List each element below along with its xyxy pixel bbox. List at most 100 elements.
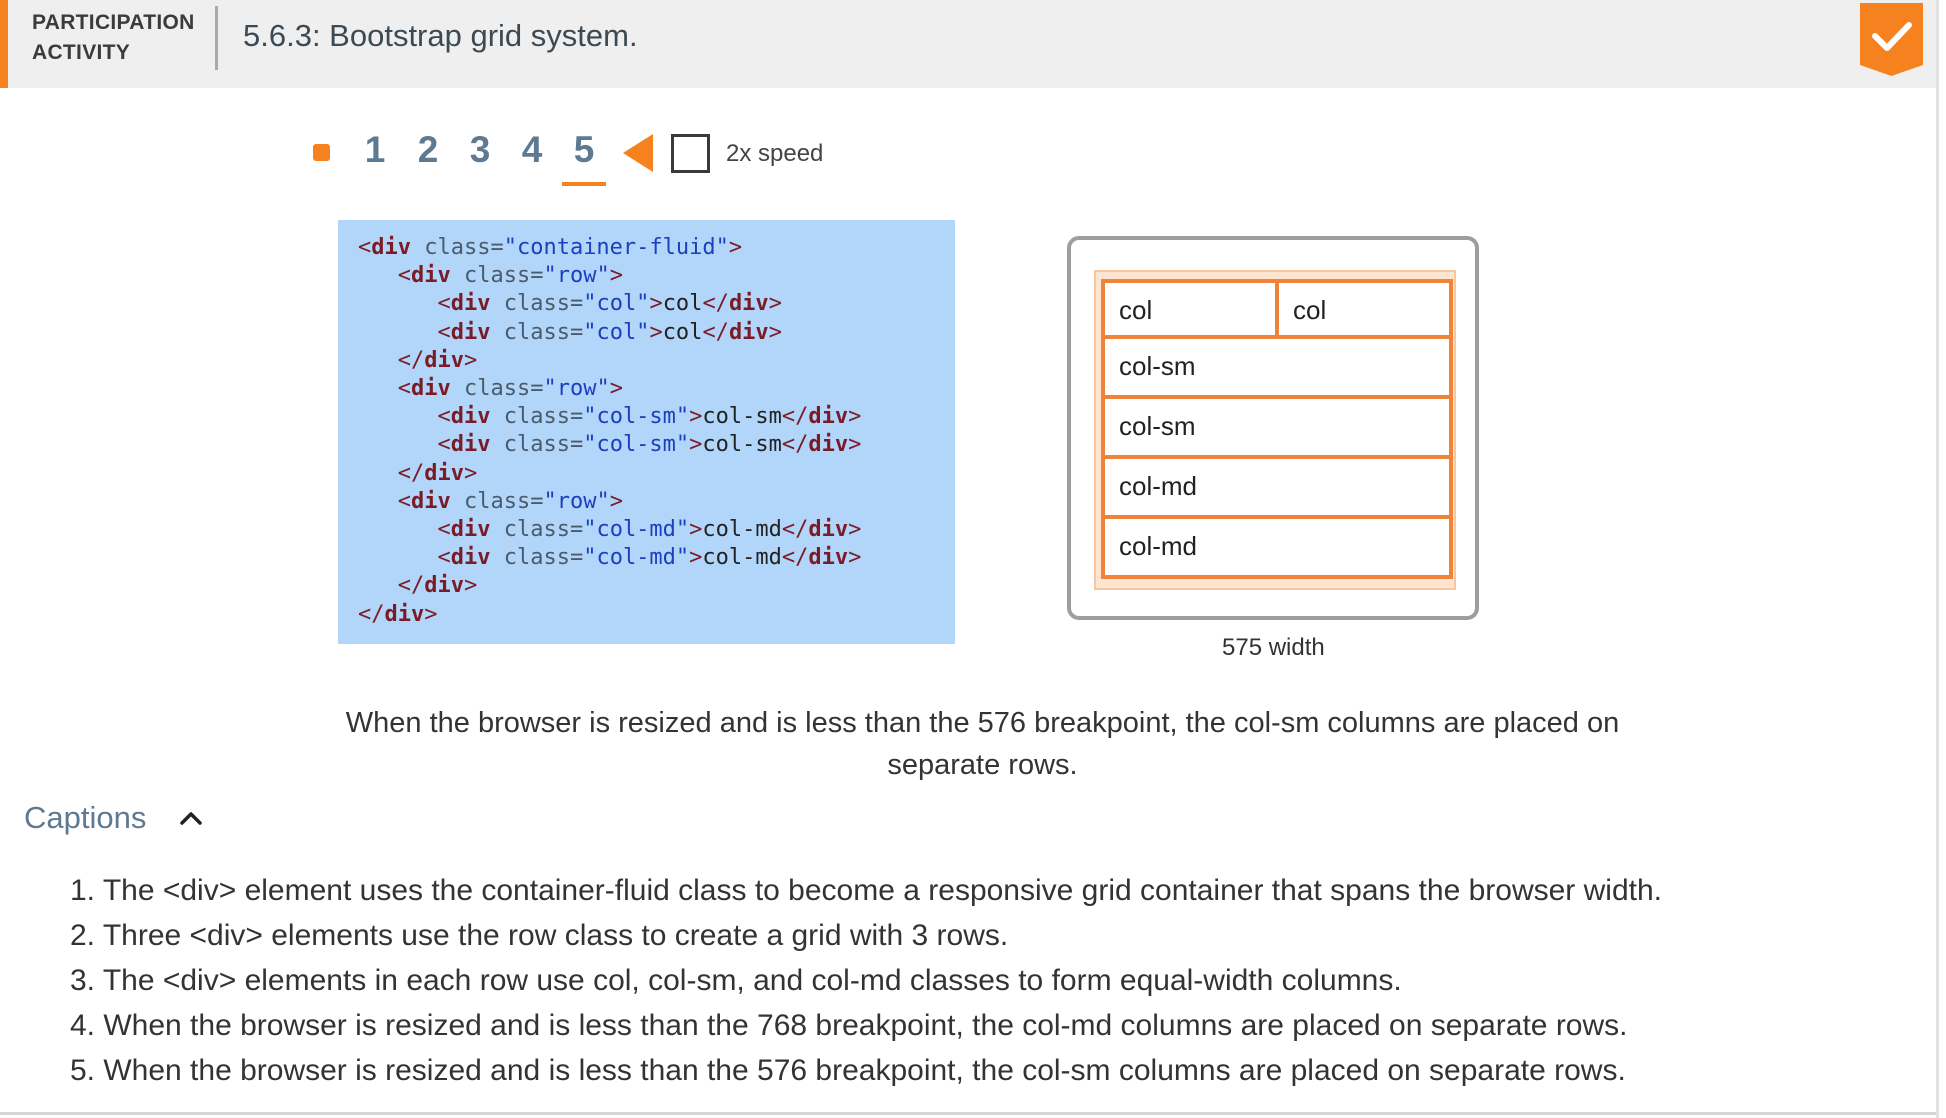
caption-item: 5. When the browser is resized and is le… <box>70 1054 1626 1087</box>
grid-row: col-md <box>1101 519 1453 579</box>
code-token-str: "container-fluid" <box>503 235 729 260</box>
caption-item: 1. The <div> element uses the container-… <box>70 874 1662 907</box>
code-token-open: < <box>397 263 411 289</box>
code-token-str: "col-md" <box>583 517 690 543</box>
code-token-tag: div <box>424 347 464 373</box>
code-line: </div> <box>358 601 955 629</box>
grid-row: col-sm <box>1101 399 1453 459</box>
grid-row: col-sm <box>1101 339 1453 399</box>
step-3-button[interactable]: 3 <box>460 128 500 172</box>
code-token-indent <box>358 320 437 345</box>
code-token-tag: div <box>371 235 411 260</box>
code-token-open: </ <box>397 347 425 373</box>
code-token-text: col-md <box>702 545 782 571</box>
code-line: <div class="row"> <box>358 375 955 403</box>
code-token-attr: class= <box>490 291 584 317</box>
code-token-open: < <box>437 517 451 543</box>
code-token-indent <box>358 348 398 373</box>
animation-controls: 1 2 3 4 5 2x speed <box>0 120 1946 190</box>
code-token-open: </ <box>397 573 425 599</box>
code-token-tag: div <box>450 404 491 430</box>
code-token-attr: class= <box>490 432 584 458</box>
grid-column: col-md <box>1101 459 1453 519</box>
chevron-up-icon[interactable] <box>180 810 202 826</box>
code-token-end-open: </ <box>781 404 809 430</box>
step-1-button[interactable]: 1 <box>355 128 395 172</box>
code-token-str: "col-sm" <box>583 404 690 430</box>
code-token-text: col-md <box>702 517 782 543</box>
code-token-close: > <box>649 291 663 317</box>
code-line: <div class="container-fluid"> <box>358 234 955 262</box>
code-token-attr: class= <box>490 545 584 571</box>
code-token-close: > <box>609 376 623 402</box>
code-token-tag: div <box>450 517 491 543</box>
code-token-end-tag: div <box>808 404 849 430</box>
step-4-button[interactable]: 4 <box>512 128 552 172</box>
code-token-close: > <box>689 404 703 430</box>
grid-column: col <box>1101 279 1279 339</box>
grid-column: col-sm <box>1101 399 1453 459</box>
code-token-tag: div <box>411 376 451 402</box>
code-token-end-tag: div <box>808 545 849 571</box>
code-token-tag: div <box>450 319 491 345</box>
code-token-close: > <box>689 517 703 543</box>
code-token-end-tag: div <box>728 291 769 317</box>
code-line: </div> <box>358 347 955 375</box>
code-token-str: "col" <box>583 319 650 345</box>
code-token-attr: class= <box>450 488 544 514</box>
activity-type-label: PARTICIPATION ACTIVITY <box>32 11 195 64</box>
step-5-button[interactable]: 5 <box>564 128 604 172</box>
grid-column: col-sm <box>1101 339 1453 399</box>
code-token-end-close: > <box>768 291 782 317</box>
code-token-open: < <box>437 404 451 430</box>
code-token-text: col-sm <box>702 404 782 430</box>
check-badge-icon <box>1860 3 1923 76</box>
code-token-end-tag: div <box>808 517 849 543</box>
grid-row: col col <box>1101 279 1453 339</box>
current-step-caption: When the browser is resized and is less … <box>345 707 1620 781</box>
code-token-tag: div <box>424 460 464 486</box>
code-token-str: "col" <box>583 291 650 317</box>
code-token-end-close: > <box>848 545 862 571</box>
code-token-text: col-sm <box>702 432 782 458</box>
code-token-text: col <box>662 319 703 345</box>
code-token-indent <box>358 545 437 570</box>
code-token-attr: class= <box>450 263 544 289</box>
play-back-icon[interactable] <box>620 132 656 174</box>
speed-label: 2x speed <box>726 140 824 167</box>
code-token-open: < <box>437 319 451 345</box>
code-token-attr: class= <box>450 376 544 402</box>
step-2-button[interactable]: 2 <box>408 128 448 172</box>
container-fluid-preview: col col col-sm col-sm col-md col-md <box>1094 270 1456 590</box>
code-token-indent <box>358 573 398 598</box>
code-token-end-open: </ <box>702 291 729 317</box>
stop-icon[interactable] <box>313 144 330 161</box>
header-divider <box>215 6 218 70</box>
code-token-tag: div <box>411 263 451 289</box>
code-token-open: < <box>437 545 451 571</box>
code-token-str: "row" <box>543 376 610 402</box>
code-token-end-tag: div <box>808 432 849 458</box>
code-token-end-close: > <box>768 319 782 345</box>
code-token-end-tag: div <box>728 319 769 345</box>
code-line: <div class="col">col</div> <box>358 290 955 318</box>
speed-checkbox[interactable] <box>671 134 710 173</box>
code-token-attr: class= <box>411 235 504 260</box>
code-line: <div class="col-md">col-md</div> <box>358 516 955 544</box>
grid-column: col <box>1279 279 1453 339</box>
code-line: </div> <box>358 460 955 488</box>
grid-column: col-md <box>1101 519 1453 579</box>
code-token-attr: class= <box>490 319 584 345</box>
code-token-open: < <box>437 291 451 317</box>
header-accent-bar <box>0 0 8 88</box>
code-line: <div class="row"> <box>358 488 955 516</box>
code-token-end-close: > <box>848 404 862 430</box>
code-token-tag: div <box>450 291 491 317</box>
code-token-tag: div <box>411 488 451 514</box>
captions-list: 1. The <div> element uses the container-… <box>70 868 1900 1093</box>
code-token-str: "row" <box>543 263 610 289</box>
code-token-close: > <box>609 263 623 289</box>
captions-toggle[interactable]: Captions <box>24 800 146 836</box>
activity-header: PARTICIPATION ACTIVITY 5.6.3: Bootstrap … <box>0 0 1936 88</box>
code-token-open: </ <box>358 601 385 627</box>
